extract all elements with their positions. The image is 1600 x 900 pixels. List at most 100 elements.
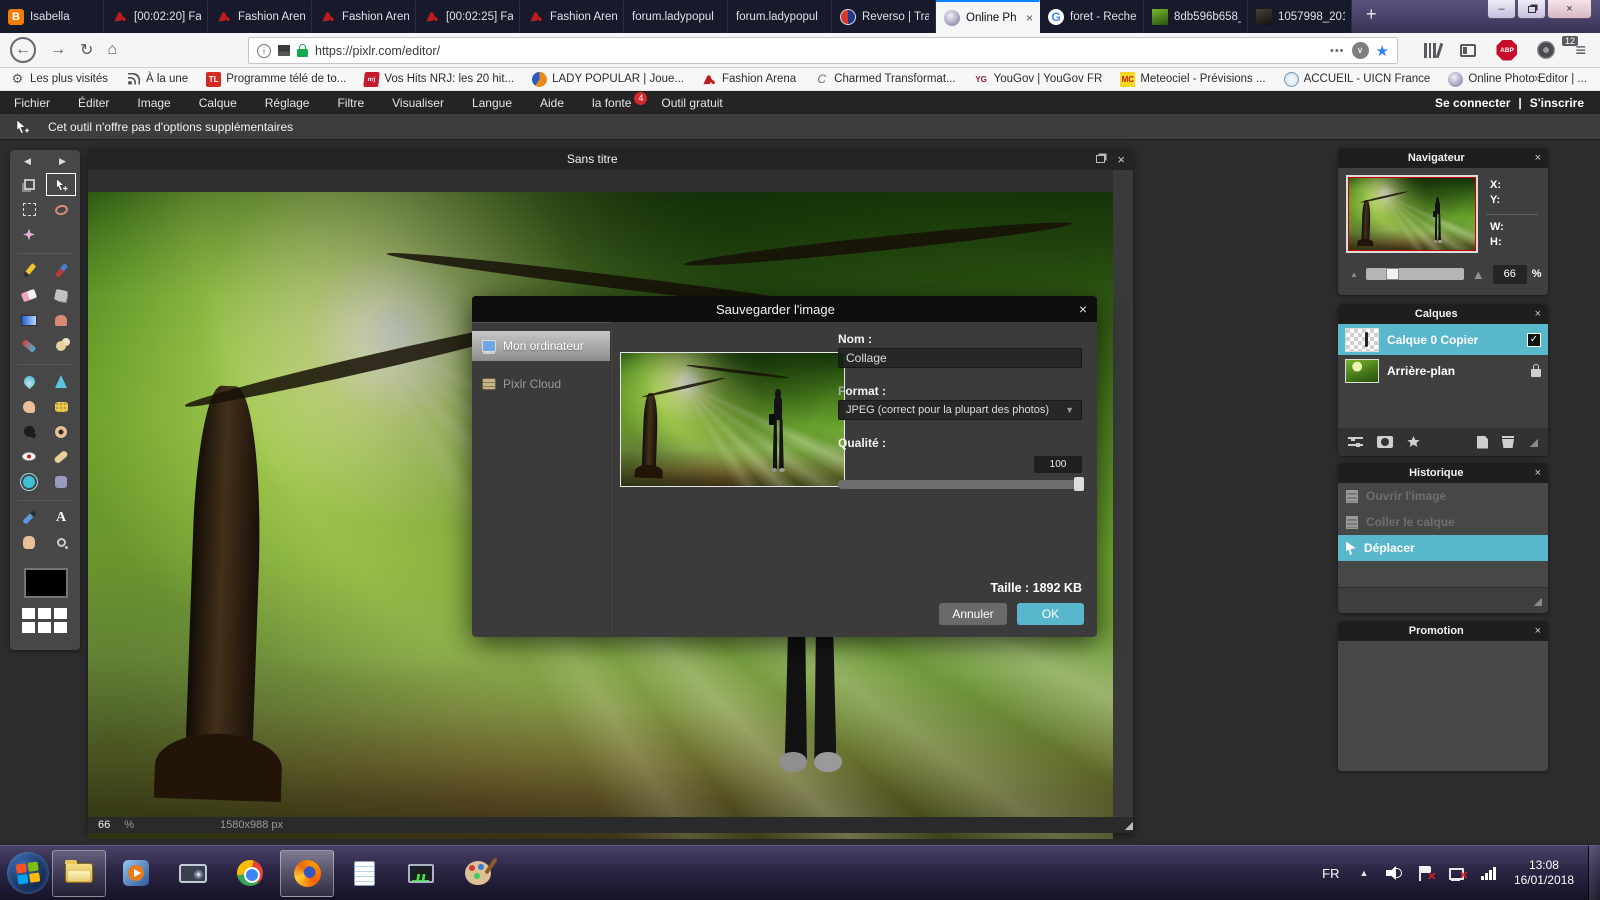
eraser-tool[interactable] [13,283,45,308]
sidebar-icon[interactable] [1460,43,1477,57]
hand-tool[interactable] [13,530,45,555]
history-step[interactable]: Ouvrir l'image [1338,483,1548,509]
bookmark-item[interactable]: MC Meteociel - Prévisions ... [1120,71,1266,87]
page-actions-icon[interactable]: ••• [1330,45,1345,57]
network-icon[interactable]: ✕ [1449,866,1468,882]
reload-button[interactable]: ↻ [80,40,93,60]
layers-close-icon[interactable]: × [1535,308,1541,320]
brush-tool[interactable] [45,258,77,283]
quality-value[interactable]: 100 [1034,456,1082,473]
bookmark-item[interactable]: ⚙ Les plus visités [10,71,108,87]
browser-tab[interactable]: forum.ladypopul × [624,0,728,33]
clone-stamp-tool[interactable] [45,308,77,333]
menu-item[interactable]: Éditer [64,96,123,110]
browser-tab[interactable]: Reverso | Tra × [832,0,936,33]
minimize-button[interactable]: – [1487,0,1516,19]
lasso-tool[interactable] [45,197,77,222]
taskbar-notepad-button[interactable] [337,850,391,897]
layer-styles-icon[interactable] [1407,436,1420,448]
register-link[interactable]: S'inscrire [1530,96,1584,110]
zoom-slider-handle[interactable] [1385,268,1399,280]
zoom-out-icon[interactable]: ▲ [1350,270,1358,279]
page-info-icon[interactable]: i [257,43,271,58]
menu-item[interactable]: Calque [185,96,251,110]
navigator-zoom-value[interactable]: 66 [1492,264,1527,284]
navigator-close-icon[interactable]: × [1535,152,1541,164]
bookmark-item[interactable]: À la une [126,72,188,87]
taskbar-chrome-button[interactable] [223,850,277,897]
smudge-tool[interactable] [13,394,45,419]
taskbar-paint-button[interactable] [451,850,505,897]
burn-tool[interactable] [45,419,77,444]
bookmark-item[interactable]: ACCUEIL - UICN France [1283,71,1430,87]
menu-item[interactable]: Visualiser [378,96,458,110]
browser-tab[interactable]: [00:02:20] Fas × [104,0,208,33]
taskbar-media-player-button[interactable] [109,850,163,897]
library-icon[interactable] [1424,42,1443,58]
menu-item[interactable]: Réglage [251,96,324,110]
bloat-tool[interactable] [13,469,45,494]
browser-tab[interactable]: Fashion Aren × [312,0,416,33]
bookmark-item[interactable]: C Charmed Transformat... [814,72,955,87]
navigator-zoom-slider[interactable] [1365,268,1464,280]
history-resize-grip-icon[interactable] [1532,595,1542,606]
back-button[interactable]: ← [10,37,36,63]
menu-item[interactable]: Langue [458,96,526,110]
taskbar-firefox-button[interactable] [280,849,334,897]
browser-tab[interactable]: [00:02:25] Fa × [416,0,520,33]
bookmark-item[interactable]: Fashion Arena [702,72,796,87]
volume-icon[interactable] [1386,866,1403,880]
language-indicator[interactable]: FR [1322,866,1339,881]
sponge-tool[interactable] [45,394,77,419]
bookmarks-overflow-chevron[interactable]: » [1534,70,1549,85]
browser-tab[interactable]: 1057998_201 × [1248,0,1352,33]
forward-button[interactable]: → [50,41,66,59]
restore-button[interactable] [1517,0,1546,19]
canvas-close-icon[interactable]: × [1117,152,1125,167]
marquee-tool[interactable] [13,197,45,222]
zoom-in-icon[interactable]: ▲ [1472,267,1485,282]
ok-button[interactable]: OK [1017,603,1084,625]
navigator-thumbnail[interactable] [1346,175,1478,253]
new-tab-button[interactable]: + [1352,0,1391,29]
history-step[interactable]: Coller le calque [1338,509,1548,535]
drawing-tool[interactable] [45,333,77,358]
signal-bars-icon[interactable] [1481,866,1496,880]
url-bar[interactable]: i https://pixlr.com/editor/ ••• ∨ ★ [248,37,1398,64]
save-dialog-close-icon[interactable]: × [1079,301,1087,317]
promotion-close-icon[interactable]: × [1535,625,1541,637]
resize-grip-icon[interactable] [1123,820,1133,830]
sharpen-tool[interactable] [45,369,77,394]
taskbar-explorer-button[interactable] [52,849,106,897]
canvas-scrollbar-gutter[interactable] [1113,170,1133,817]
bookmark-item[interactable]: YG YouGov | YouGov FR [974,72,1102,87]
taskbar-sysmonitor-button[interactable] [394,850,448,897]
name-input[interactable]: Collage [838,348,1082,368]
browser-tab[interactable]: Fashion Aren × [208,0,312,33]
menu-item[interactable]: Filtre [323,96,378,110]
video-downloader-icon[interactable] [1537,41,1556,59]
bookmark-item[interactable]: nrj Vos Hits NRJ: les 20 hit... [363,71,514,87]
clock[interactable]: 13:08 16/01/2018 [1514,858,1574,888]
zoom-tool[interactable] [45,530,77,555]
wand-tool[interactable] [13,222,45,247]
delete-layer-icon[interactable] [1502,436,1514,448]
menu-item[interactable]: Fichier [0,96,64,110]
start-button[interactable] [7,852,49,894]
bookmark-item[interactable]: LADY POPULAR | Joue... [532,71,684,87]
layer-row[interactable]: Arrière-plan [1338,355,1548,386]
bookmark-item[interactable]: Online Photo Editor | ... [1448,71,1587,87]
save-destination-item[interactable]: Mon ordinateur [472,331,610,361]
taskbar-screenshot-button[interactable] [166,850,220,897]
pinch-tool[interactable] [45,469,77,494]
palette-collapse-right-icon[interactable]: ▶ [59,156,66,167]
divider[interactable] [17,494,73,501]
layer-settings-icon[interactable] [1348,436,1363,448]
adblock-icon[interactable]: ABP [1496,39,1518,61]
divider[interactable] [17,247,73,254]
fill-tool[interactable] [45,283,77,308]
browser-tab[interactable]: Online Ph × [936,0,1040,33]
bookmark-item[interactable]: TL Programme télé de to... [206,71,346,87]
close-button[interactable]: × [1547,0,1592,19]
pencil-tool[interactable] [13,258,45,283]
